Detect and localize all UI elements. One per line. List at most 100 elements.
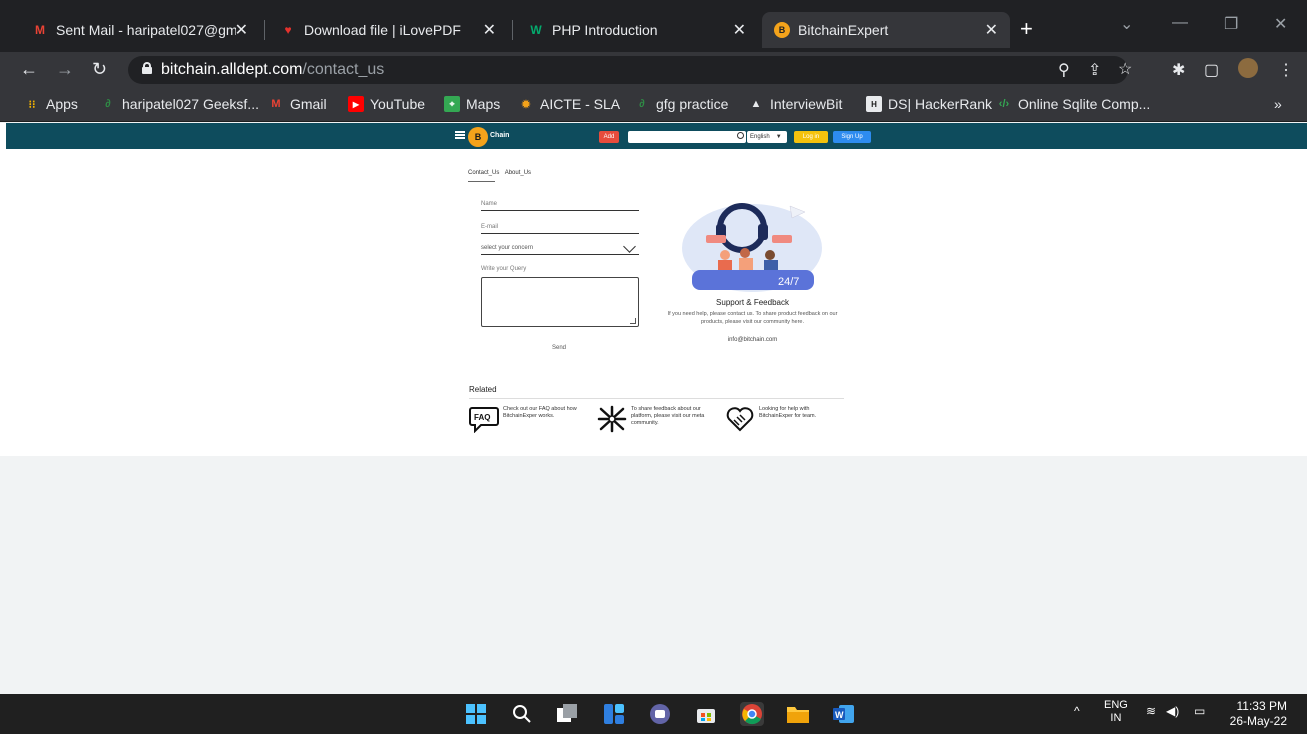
file-explorer-icon[interactable]: [786, 702, 810, 726]
browser-toolbar: ← → ↻ bitchain.alldept.com/contact_us ⚲ …: [0, 52, 1307, 88]
tab-title: Sent Mail - haripatel027@gma: [56, 22, 236, 38]
interviewbit-icon: ▲: [750, 98, 762, 110]
url-text: bitchain.alldept.com/contact_us: [161, 61, 385, 78]
close-icon[interactable]: ✕: [235, 20, 248, 40]
bookmark-gmail[interactable]: M Gmail: [268, 96, 327, 112]
volume-icon[interactable]: ◀): [1166, 704, 1179, 718]
menu-icon[interactable]: ⋮: [1278, 60, 1294, 80]
bookmark-star-icon[interactable]: ☆: [1118, 59, 1132, 79]
related-team-text[interactable]: Looking for help with BitchainExper for …: [759, 406, 841, 420]
tab-contact-us[interactable]: Contact_Us: [468, 170, 499, 176]
tab-about-us[interactable]: About_Us: [505, 170, 531, 176]
related-community-text[interactable]: To share feedback about our platform, pl…: [631, 406, 711, 427]
signup-button[interactable]: Sign Up: [833, 131, 871, 143]
tab-title: Download file | iLovePDF: [304, 22, 461, 38]
close-icon[interactable]: ✕: [733, 20, 746, 40]
wifi-icon[interactable]: ≋: [1146, 704, 1156, 718]
support-description: If you need help, please contact us. To …: [667, 311, 838, 325]
side-panel-icon[interactable]: ▢: [1204, 60, 1219, 80]
language-select[interactable]: English ▼: [747, 131, 787, 143]
community-icon[interactable]: [597, 405, 627, 433]
reload-icon[interactable]: ↻: [92, 59, 107, 80]
aicte-icon: ✹: [521, 98, 531, 111]
lang-bottom: IN: [1110, 712, 1122, 724]
query-textarea[interactable]: [481, 277, 639, 327]
share-icon[interactable]: ⇪: [1088, 60, 1101, 80]
bookmark-geeksforgeeks[interactable]: ∂ haripatel027 Geeksf...: [100, 96, 259, 112]
chevron-down-icon[interactable]: [623, 240, 636, 253]
site-search-input[interactable]: [628, 131, 746, 143]
hamburger-menu-icon[interactable]: [455, 131, 465, 139]
tab-php-intro[interactable]: W PHP Introduction ✕: [516, 12, 758, 48]
bookmark-apps[interactable]: ⁝⁝ Apps: [24, 96, 78, 112]
faq-icon[interactable]: FAQ: [469, 405, 499, 433]
badge-24-7: 24/7: [778, 276, 799, 288]
chevron-down-icon: ▼: [775, 134, 782, 140]
show-hidden-icons-chevron[interactable]: ^: [1074, 704, 1080, 718]
tab-bitchain-expert[interactable]: B BitchainExpert ✕: [762, 12, 1010, 48]
close-window-icon[interactable]: ✕: [1274, 14, 1287, 34]
browser-tab-strip: M Sent Mail - haripatel027@gma ✕ ♥ Downl…: [0, 0, 1307, 52]
teams-chat-icon[interactable]: [648, 702, 672, 726]
tab-title: BitchainExpert: [798, 22, 889, 38]
active-tab-indicator: [468, 181, 495, 182]
minimize-icon[interactable]: —: [1172, 14, 1188, 32]
tab-ilovepdf[interactable]: ♥ Download file | iLovePDF ✕: [268, 12, 508, 48]
page-tabs: Contact_Us About_Us: [468, 170, 535, 176]
bookmark-youtube[interactable]: ▶ YouTube: [348, 96, 425, 112]
ilovepdf-icon: ♥: [284, 23, 292, 37]
name-field-label: Name: [481, 201, 498, 207]
tab-search-chevron-icon[interactable]: ⌄: [1120, 14, 1133, 34]
bookmark-hackerrank[interactable]: H DS| HackerRank: [866, 96, 992, 112]
bookmark-label: Gmail: [290, 96, 327, 112]
forward-icon[interactable]: →: [56, 59, 74, 80]
resize-grip-icon[interactable]: [630, 318, 636, 324]
send-button[interactable]: Send: [552, 345, 566, 351]
new-tab-button[interactable]: +: [1020, 16, 1033, 42]
bookmark-aicte[interactable]: ✹ AICTE - SLA: [518, 96, 620, 112]
zoom-icon[interactable]: ⚲: [1058, 60, 1070, 80]
add-button[interactable]: Add: [599, 131, 619, 143]
close-icon[interactable]: ✕: [985, 20, 998, 40]
support-email-link[interactable]: info@bitchain.com: [660, 337, 845, 343]
microsoft-store-icon[interactable]: [694, 702, 718, 726]
email-field[interactable]: [481, 233, 639, 234]
word-icon[interactable]: W: [832, 702, 856, 726]
web-page: B Chain Add English ▼ Log in Sign Up Cont…: [0, 123, 1307, 456]
chrome-taskbar-icon[interactable]: [740, 702, 764, 726]
bookmark-sqlite[interactable]: ‹/› Online Sqlite Comp...: [996, 96, 1151, 112]
bookmark-maps[interactable]: ⌖ Maps: [444, 96, 500, 112]
related-heading: Related: [469, 385, 497, 394]
query-label: Write your Query: [481, 266, 527, 272]
address-bar[interactable]: bitchain.alldept.com/contact_us ⚲ ⇪ ☆: [128, 56, 1132, 84]
gmail-icon: M: [35, 23, 45, 37]
handshake-heart-icon[interactable]: [725, 405, 755, 433]
input-language-indicator[interactable]: ENG IN: [1104, 699, 1128, 725]
bitchain-logo[interactable]: B: [468, 127, 488, 147]
support-illustration: 24/7: [682, 203, 822, 292]
task-view-icon[interactable]: [556, 702, 580, 726]
bookmark-interviewbit[interactable]: ▲ InterviewBit: [748, 96, 843, 112]
taskbar-search-icon[interactable]: [510, 702, 534, 726]
related-faq-text[interactable]: Check out our FAQ about how BitchainExpe…: [503, 406, 585, 420]
system-clock[interactable]: 11:33 PM 26-May-22: [1230, 699, 1287, 729]
bookmarks-overflow-button[interactable]: »: [1274, 96, 1282, 112]
login-button[interactable]: Log in: [794, 131, 828, 143]
close-icon[interactable]: ✕: [483, 20, 496, 40]
battery-icon[interactable]: ▭: [1194, 704, 1205, 718]
apps-grid-icon: ⁝⁝: [28, 98, 36, 111]
gfg-icon: ∂: [105, 98, 111, 110]
concern-select[interactable]: select your concern: [481, 245, 533, 251]
bookmark-gfg-practice[interactable]: ∂ gfg practice: [634, 96, 728, 112]
screen: M Sent Mail - haripatel027@gma ✕ ♥ Downl…: [0, 0, 1307, 734]
widgets-icon[interactable]: [602, 702, 626, 726]
windows-start-icon[interactable]: [464, 702, 488, 726]
back-icon[interactable]: ←: [20, 59, 38, 80]
extensions-icon[interactable]: ✱: [1172, 60, 1185, 80]
tab-title: PHP Introduction: [552, 22, 658, 38]
profile-avatar[interactable]: [1238, 58, 1258, 78]
tab-sent-mail[interactable]: M Sent Mail - haripatel027@gma ✕: [20, 12, 260, 48]
restore-icon[interactable]: ❐: [1224, 14, 1238, 34]
name-field[interactable]: [481, 210, 639, 211]
bookmark-label: InterviewBit: [770, 96, 843, 112]
